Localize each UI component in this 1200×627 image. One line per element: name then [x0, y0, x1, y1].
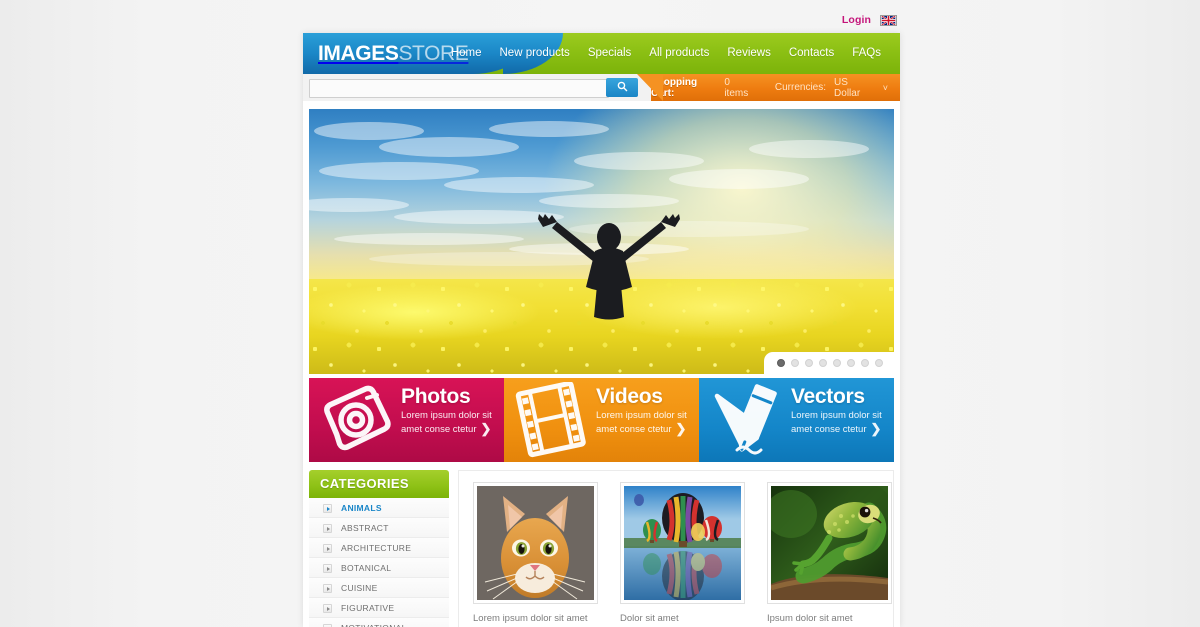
- sidebar-item-label: CUISINE: [341, 583, 378, 593]
- sidebar-item-label: ANIMALS: [341, 503, 382, 513]
- product-thumbnail[interactable]: [620, 482, 745, 604]
- promo-banners: Photos Lorem ipsum dolor sit amet conse …: [309, 378, 894, 462]
- product-thumbnail[interactable]: [767, 482, 892, 604]
- product-caption: Ipsum dolor sit amet: [767, 613, 853, 624]
- nav-item-all-products[interactable]: All products: [640, 33, 718, 74]
- promo-text-videos: Videos Lorem ipsum dolor sit amet conse …: [596, 385, 693, 436]
- promo-banner-videos[interactable]: Videos Lorem ipsum dolor sit amet conse …: [504, 378, 699, 462]
- arrow-right-icon: ❯: [480, 420, 492, 436]
- sidebar-item-figurative[interactable]: FIGURATIVE: [309, 598, 449, 618]
- currency-value[interactable]: US Dollar: [834, 77, 873, 99]
- pen-pencil-icon: [707, 382, 785, 458]
- hero-figure: [538, 214, 680, 320]
- slider-dot-1[interactable]: [777, 359, 785, 367]
- promo-text-photos: Photos Lorem ipsum dolor sit amet conse …: [401, 385, 498, 436]
- promo-desc-line1: Lorem ipsum dolor sit: [596, 410, 687, 421]
- ginger-cat-photo: [477, 486, 594, 600]
- sidebar-item-label: ABSTRACT: [341, 523, 389, 533]
- search-cart-bar: Shopping Cart: 0 items Currencies: US Do…: [303, 74, 900, 101]
- top-bar: Login: [0, 0, 1200, 33]
- search-icon: [617, 80, 628, 95]
- bullet-arrow-icon: [323, 584, 332, 593]
- bullet-arrow-icon: [323, 524, 332, 533]
- promo-title-videos: Videos: [596, 385, 663, 408]
- green-lizard-photo: [771, 486, 888, 600]
- sidebar-item-animals[interactable]: ANIMALS: [309, 498, 449, 518]
- sidebar-item-label: ARCHITECTURE: [341, 543, 412, 553]
- camera-icon: [317, 382, 395, 458]
- promo-title-vectors: Vectors: [791, 385, 865, 408]
- promo-title-photos: Photos: [401, 385, 471, 408]
- shopping-cart-bar[interactable]: Shopping Cart: 0 items Currencies: US Do…: [637, 74, 900, 101]
- slider-dot-2[interactable]: [791, 359, 799, 367]
- sidebar-item-label: MOTIVATIONAL: [341, 623, 407, 627]
- site-container: IMAGESSTORE Home New products Specials A…: [303, 33, 900, 627]
- main-navigation: Home New products Specials All products …: [442, 33, 890, 74]
- product-caption: Lorem ipsum dolor sit amet: [473, 613, 588, 624]
- arrow-right-icon: ❯: [870, 420, 882, 436]
- categories-heading: CATEGORIES: [309, 470, 449, 498]
- login-link[interactable]: Login: [842, 14, 871, 26]
- promo-desc-line2: amet conse ctetur: [401, 423, 477, 435]
- page-root: Login IMAGESSTORE Home New products Spec…: [0, 0, 1200, 627]
- cart-items: 0 items: [724, 76, 749, 99]
- bullet-arrow-icon: [323, 544, 332, 553]
- product-card[interactable]: Dolor sit amet: [620, 482, 745, 627]
- nav-item-contacts[interactable]: Contacts: [780, 33, 843, 74]
- promo-desc-photos: Lorem ipsum dolor sit amet conse ctetur ❯: [401, 410, 498, 436]
- promo-desc-line1: Lorem ipsum dolor sit: [791, 410, 882, 421]
- nav-item-specials[interactable]: Specials: [579, 33, 640, 74]
- promo-banner-vectors[interactable]: Vectors Lorem ipsum dolor sit amet conse…: [699, 378, 894, 462]
- product-card[interactable]: Lorem ipsum dolor sit amet: [473, 482, 598, 627]
- arrow-right-icon: ❯: [675, 420, 687, 436]
- promo-banner-photos[interactable]: Photos Lorem ipsum dolor sit amet conse …: [309, 378, 504, 462]
- promo-desc-vectors: Lorem ipsum dolor sit amet conse ctetur ❯: [791, 410, 888, 436]
- hero-slider[interactable]: [309, 109, 894, 374]
- promo-desc-line2: amet conse ctetur: [791, 423, 867, 435]
- promo-desc-line2: amet conse ctetur: [596, 423, 672, 435]
- bullet-arrow-icon: [323, 564, 332, 573]
- product-card[interactable]: Ipsum dolor sit amet: [767, 482, 892, 627]
- currency-label: Currencies:: [774, 82, 827, 93]
- slider-dot-7[interactable]: [861, 359, 869, 367]
- site-header: IMAGESSTORE Home New products Specials A…: [303, 33, 900, 74]
- chevron-down-icon[interactable]: ˅: [883, 83, 888, 93]
- nav-item-home[interactable]: Home: [442, 33, 491, 74]
- sidebar-item-architecture[interactable]: ARCHITECTURE: [309, 538, 449, 558]
- promo-desc-line1: Lorem ipsum dolor sit: [401, 410, 492, 421]
- bullet-arrow-icon: [323, 604, 332, 613]
- nav-item-reviews[interactable]: Reviews: [718, 33, 779, 74]
- categories-sidebar: CATEGORIES ANIMALS ABSTRACT ARCHITECTURE…: [309, 470, 449, 627]
- sidebar-item-botanical[interactable]: BOTANICAL: [309, 558, 449, 578]
- cart-label: Shopping Cart:: [651, 76, 698, 99]
- slider-dot-5[interactable]: [833, 359, 841, 367]
- product-caption: Dolor sit amet: [620, 613, 679, 624]
- bullet-arrow-icon: [323, 504, 332, 513]
- slider-pagination[interactable]: [764, 352, 894, 374]
- uk-flag-icon[interactable]: [880, 14, 897, 26]
- slider-dot-3[interactable]: [805, 359, 813, 367]
- sidebar-item-cuisine[interactable]: CUISINE: [309, 578, 449, 598]
- main-content-lower: CATEGORIES ANIMALS ABSTRACT ARCHITECTURE…: [303, 470, 900, 627]
- product-thumbnail[interactable]: [473, 482, 598, 604]
- promo-text-vectors: Vectors Lorem ipsum dolor sit amet conse…: [791, 385, 888, 436]
- slider-dot-6[interactable]: [847, 359, 855, 367]
- hot-air-balloons-photo: [624, 486, 741, 600]
- sidebar-item-motivational[interactable]: MOTIVATIONAL: [309, 618, 449, 627]
- slider-dot-8[interactable]: [875, 359, 883, 367]
- nav-item-faqs[interactable]: FAQs: [843, 33, 890, 74]
- top-bar-right: Login: [842, 14, 897, 26]
- nav-item-new-products[interactable]: New products: [491, 33, 579, 74]
- sidebar-item-label: FIGURATIVE: [341, 603, 395, 613]
- promo-desc-videos: Lorem ipsum dolor sit amet conse ctetur ❯: [596, 410, 693, 436]
- logo-text-bold: IMAGES: [318, 42, 399, 65]
- sidebar-item-abstract[interactable]: ABSTRACT: [309, 518, 449, 538]
- sidebar-item-label: BOTANICAL: [341, 563, 392, 573]
- slider-dot-4[interactable]: [819, 359, 827, 367]
- film-strip-icon: [512, 380, 590, 458]
- product-grid: Lorem ipsum dolor sit amet Dolor sit ame…: [458, 470, 894, 627]
- search-input[interactable]: [309, 79, 609, 98]
- search-button[interactable]: [606, 78, 638, 97]
